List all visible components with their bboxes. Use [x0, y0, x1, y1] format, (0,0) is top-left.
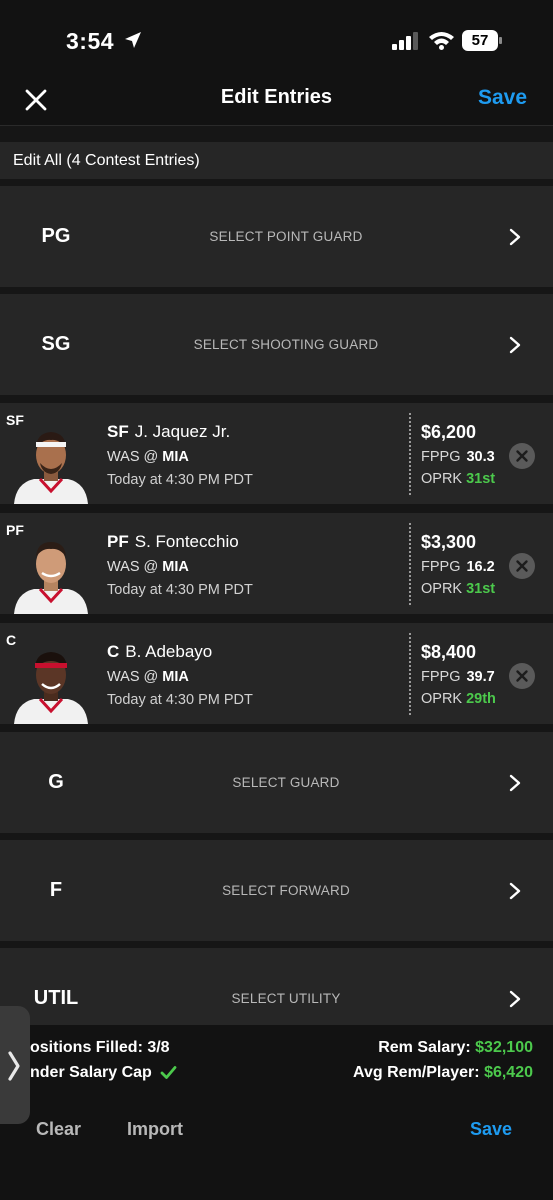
slot-select-label: SELECT POINT GUARD [209, 229, 363, 244]
player-fppg: FPPG 16.2 [421, 559, 495, 575]
rem-salary-value: $32,100 [475, 1039, 533, 1056]
player-team: WAS @ [107, 449, 159, 465]
player-headshot [14, 542, 88, 614]
player-team: WAS @ [107, 669, 159, 685]
chevron-right-icon [509, 774, 521, 792]
player-name: J. Jaquez Jr. [134, 422, 231, 441]
fppg-label: FPPG [421, 449, 461, 465]
lineup-summary-panel: ositions Filled: 3/8 nder Salary Cap Rem… [0, 1025, 553, 1200]
slot-row-pg[interactable]: PG SELECT POINT GUARD [0, 186, 553, 287]
oprk-value: 31st [466, 471, 496, 487]
player-name-line: PF S. Fontecchio [107, 532, 239, 552]
positions-filled: ositions Filled: 3/8 [30, 1039, 170, 1056]
dotted-divider [409, 523, 411, 605]
chevron-right-icon [509, 228, 521, 246]
oprk-label: OPRK [421, 581, 463, 597]
fppg-value: 16.2 [466, 559, 495, 575]
avg-remaining-per-player: Avg Rem/Player: $6,420 [353, 1064, 533, 1082]
avg-rem-label: Avg Rem/Player: [353, 1064, 480, 1081]
location-arrow-icon [125, 32, 141, 48]
player-row-pf[interactable]: PF PF S. Fontecchio WAS @ MIA Today at 4:… [0, 513, 553, 614]
remove-player-icon[interactable] [509, 663, 535, 689]
rem-salary-label: Rem Salary: [378, 1039, 471, 1056]
player-headshot [14, 652, 88, 724]
player-matchup: WAS @ MIA [107, 669, 189, 685]
fppg-label: FPPG [421, 559, 461, 575]
player-position: C [107, 642, 120, 661]
slot-row-g[interactable]: G SELECT GUARD [0, 732, 553, 833]
slot-position: SG [41, 333, 71, 355]
player-name-line: SF J. Jaquez Jr. [107, 422, 230, 442]
player-opponent: MIA [162, 559, 189, 575]
chevron-right-icon [8, 1051, 20, 1081]
slot-position: F [49, 879, 63, 901]
player-headshot [14, 432, 88, 504]
player-matchup: WAS @ MIA [107, 449, 189, 465]
player-oprk: OPRK 31st [421, 581, 495, 597]
player-name: B. Adebayo [125, 642, 213, 661]
game-time: Today at 4:30 PM PDT [107, 582, 253, 598]
player-salary: $8,400 [421, 642, 477, 662]
player-team: WAS @ [107, 559, 159, 575]
dotted-divider [409, 633, 411, 715]
remove-player-icon[interactable] [509, 553, 535, 579]
edit-all-bar[interactable]: Edit All (4 Contest Entries) [0, 142, 553, 179]
slot-select-label: SELECT GUARD [232, 775, 340, 790]
player-position: SF [107, 422, 129, 441]
slot-position: PG [41, 225, 71, 247]
dotted-divider [409, 413, 411, 495]
slot-row-sg[interactable]: SG SELECT SHOOTING GUARD [0, 294, 553, 395]
salary-cap-status: nder Salary Cap [30, 1064, 177, 1082]
player-name: S. Fontecchio [134, 532, 239, 551]
save-button[interactable]: Save [478, 86, 527, 110]
player-oprk: OPRK 29th [421, 691, 496, 707]
player-fppg: FPPG 39.7 [421, 669, 495, 685]
player-position: PF [107, 532, 129, 551]
fppg-label: FPPG [421, 669, 461, 685]
fppg-value: 30.3 [466, 449, 495, 465]
oprk-label: OPRK [421, 471, 463, 487]
player-oprk: OPRK 31st [421, 471, 495, 487]
chevron-right-icon [509, 990, 521, 1008]
side-drawer-handle[interactable] [0, 1006, 30, 1124]
clear-button[interactable]: Clear [36, 1119, 81, 1140]
slot-select-label: SELECT FORWARD [222, 883, 350, 898]
player-fppg: FPPG 30.3 [421, 449, 495, 465]
slot-position: G [48, 771, 64, 793]
game-time: Today at 4:30 PM PDT [107, 472, 253, 488]
game-time: Today at 4:30 PM PDT [107, 692, 253, 708]
status-bar: 3:54 57 [0, 0, 553, 76]
oprk-label: OPRK [421, 691, 463, 707]
slot-row-f[interactable]: F SELECT FORWARD [0, 840, 553, 941]
player-salary: $6,200 [421, 422, 477, 442]
player-matchup: WAS @ MIA [107, 559, 189, 575]
player-row-c[interactable]: C C B. Adebayo WAS @ MIA Today at 4:30 PM… [0, 623, 553, 724]
remove-player-icon[interactable] [509, 443, 535, 469]
bottom-save-button[interactable]: Save [470, 1119, 512, 1140]
chevron-right-icon [509, 882, 521, 900]
oprk-value: 31st [466, 581, 496, 597]
battery-level: 57 [471, 32, 489, 49]
status-time: 3:54 [66, 28, 115, 54]
cellular-signal-icon [392, 32, 418, 50]
salary-cap-label: nder Salary Cap [30, 1064, 152, 1081]
fppg-value: 39.7 [466, 669, 495, 685]
import-button[interactable]: Import [127, 1119, 183, 1140]
player-row-sf[interactable]: SF SF J. Jaquez Jr. WAS @ MIA Today at 4:… [0, 403, 553, 504]
slot-select-label: SELECT SHOOTING GUARD [193, 337, 379, 352]
remaining-salary: Rem Salary: $32,100 [378, 1039, 533, 1057]
player-opponent: MIA [162, 669, 189, 685]
player-opponent: MIA [162, 449, 189, 465]
avg-rem-value: $6,420 [484, 1064, 533, 1081]
player-name-line: C B. Adebayo [107, 642, 212, 662]
page-title: Edit Entries [220, 86, 333, 108]
oprk-value: 29th [466, 691, 496, 707]
chevron-right-icon [509, 336, 521, 354]
player-salary: $3,300 [421, 532, 477, 552]
checkmark-icon [160, 1066, 177, 1080]
wifi-icon [429, 32, 454, 50]
nav-header: Edit Entries Save [0, 76, 553, 126]
